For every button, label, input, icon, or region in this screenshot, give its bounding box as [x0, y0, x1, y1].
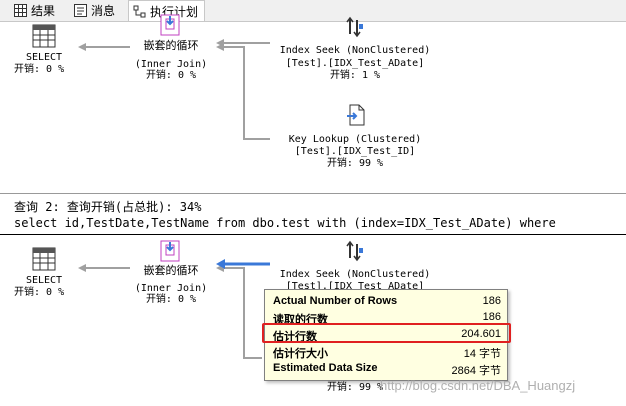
watermark: http://blog.csdn.net/DBA_Huangzj: [380, 378, 576, 393]
tooltip-value: 2864 字节: [451, 365, 501, 377]
tooltip-key: Actual Number of Rows: [273, 295, 398, 307]
query2-sql: select id,TestDate,TestName from dbo.tes…: [14, 216, 556, 230]
query-divider: [0, 193, 626, 194]
tooltip-key: Estimated Data Size: [273, 362, 378, 374]
tooltip-value: 186: [482, 311, 501, 323]
tooltip-key: 估计行大小: [273, 348, 328, 360]
tooltip-value: 14 字节: [463, 348, 501, 360]
query2-header: 查询 2: 查询开销(占总批): 34%: [14, 200, 202, 214]
tooltip-row: 估计行大小 14 字节: [273, 344, 501, 360]
tooltip-value: 186: [482, 295, 501, 307]
plan1-flow-arrows: [78, 39, 270, 140]
highlight-box: [262, 323, 511, 343]
tooltip-row: Actual Number of Rows 186: [273, 294, 501, 310]
tooltip-row: Estimated Data Size 2864 字节: [273, 361, 501, 377]
